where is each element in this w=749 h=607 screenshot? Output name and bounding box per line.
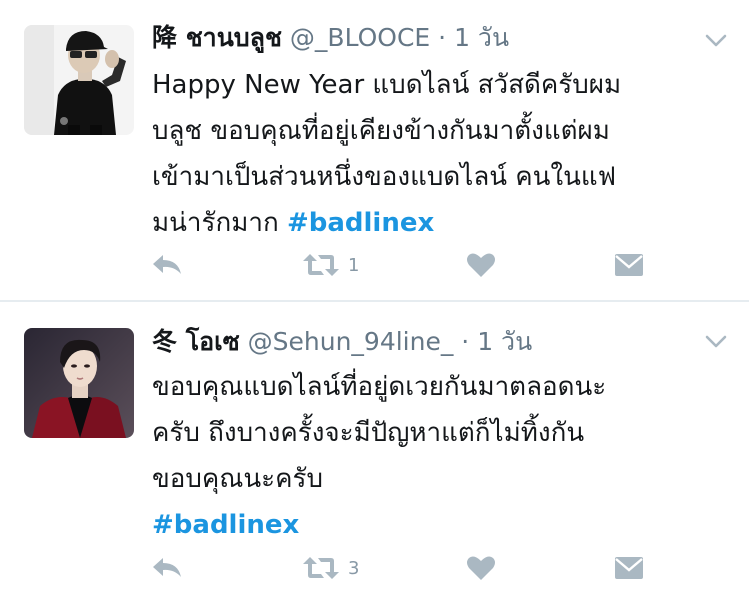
chevron-down-icon[interactable] xyxy=(705,33,727,47)
tweet-actions: 3 xyxy=(150,548,710,588)
tweet-text-line: ขอบคุณแบดไลน์ที่อยู่ดเวยกันมาตลอดนะ xyxy=(152,372,607,402)
retweet-count: 1 xyxy=(348,254,360,276)
tweet[interactable]: 冬 โอเซ @Sehun_94line_ · 1 วัน ขอบคุณแบดไ… xyxy=(0,302,749,607)
timestamp[interactable]: 1 วัน xyxy=(477,327,532,356)
avatar[interactable] xyxy=(24,328,134,438)
retweet-count: 3 xyxy=(348,557,360,579)
tweet-text-segment: มน่ารักมาก xyxy=(152,208,287,238)
separator-dot: · xyxy=(438,23,447,52)
user-handle[interactable]: @_BLOOCE xyxy=(290,23,430,52)
reply-button[interactable] xyxy=(150,548,184,588)
tweet-text-line: เข้ามาเป็นส่วนหนึ่งของแบดไลน์ คนในแฟ xyxy=(152,162,617,192)
retweet-button[interactable]: 3 xyxy=(302,548,359,588)
reply-icon xyxy=(150,252,184,278)
avatar[interactable] xyxy=(24,25,134,135)
user-handle[interactable]: @Sehun_94line_ xyxy=(248,327,454,356)
display-name[interactable]: 降 ชานบลูช xyxy=(152,23,282,52)
timestamp[interactable]: 1 วัน xyxy=(454,23,509,52)
direct-message-button[interactable] xyxy=(614,548,644,588)
direct-message-button[interactable] xyxy=(614,245,644,285)
hashtag-link[interactable]: #badlinex xyxy=(287,208,434,238)
reply-button[interactable] xyxy=(150,245,184,285)
like-button[interactable] xyxy=(466,245,496,285)
heart-icon xyxy=(466,555,496,581)
tweet-header: 降 ชานบลูช @_BLOOCE · 1 วัน xyxy=(152,22,509,54)
tweet-text-line: มน่ารักมาก #badlinex xyxy=(152,200,732,246)
tweet-text: ขอบคุณแบดไลน์ที่อยู่ดเวยกันมาตลอดนะ ครับ… xyxy=(152,364,732,548)
reply-icon xyxy=(150,555,184,581)
tweet-text-line: Happy New Year แบดไลน์ สวัสดีครับผม xyxy=(152,70,622,100)
tweet-header: 冬 โอเซ @Sehun_94line_ · 1 วัน xyxy=(152,326,532,358)
retweet-icon xyxy=(302,252,340,278)
tweet-text: Happy New Year แบดไลน์ สวัสดีครับผม บลูช… xyxy=(152,62,732,246)
tweet[interactable]: 降 ชานบลูช @_BLOOCE · 1 วัน Happy New Yea… xyxy=(0,0,749,301)
tweet-text-line: ขอบคุณนะครับ xyxy=(152,464,324,494)
heart-icon xyxy=(466,252,496,278)
chevron-down-icon[interactable] xyxy=(705,334,727,348)
separator-dot: · xyxy=(461,327,470,356)
retweet-button[interactable]: 1 xyxy=(302,245,359,285)
hashtag-link[interactable]: #badlinex xyxy=(152,502,732,548)
direct-message-icon xyxy=(614,556,644,580)
tweet-actions: 1 xyxy=(150,245,710,285)
tweet-text-line: บลูช ขอบคุณที่อยู่เคียงข้างกันมาตั้งแต่ผ… xyxy=(152,116,610,146)
tweet-text-line: ครับ ถึงบางครั้งจะมีปัญหาแต่ก็ไม่ทิ้งกัน xyxy=(152,418,585,448)
like-button[interactable] xyxy=(466,548,496,588)
display-name[interactable]: 冬 โอเซ xyxy=(152,327,240,356)
retweet-icon xyxy=(302,555,340,581)
direct-message-icon xyxy=(614,253,644,277)
